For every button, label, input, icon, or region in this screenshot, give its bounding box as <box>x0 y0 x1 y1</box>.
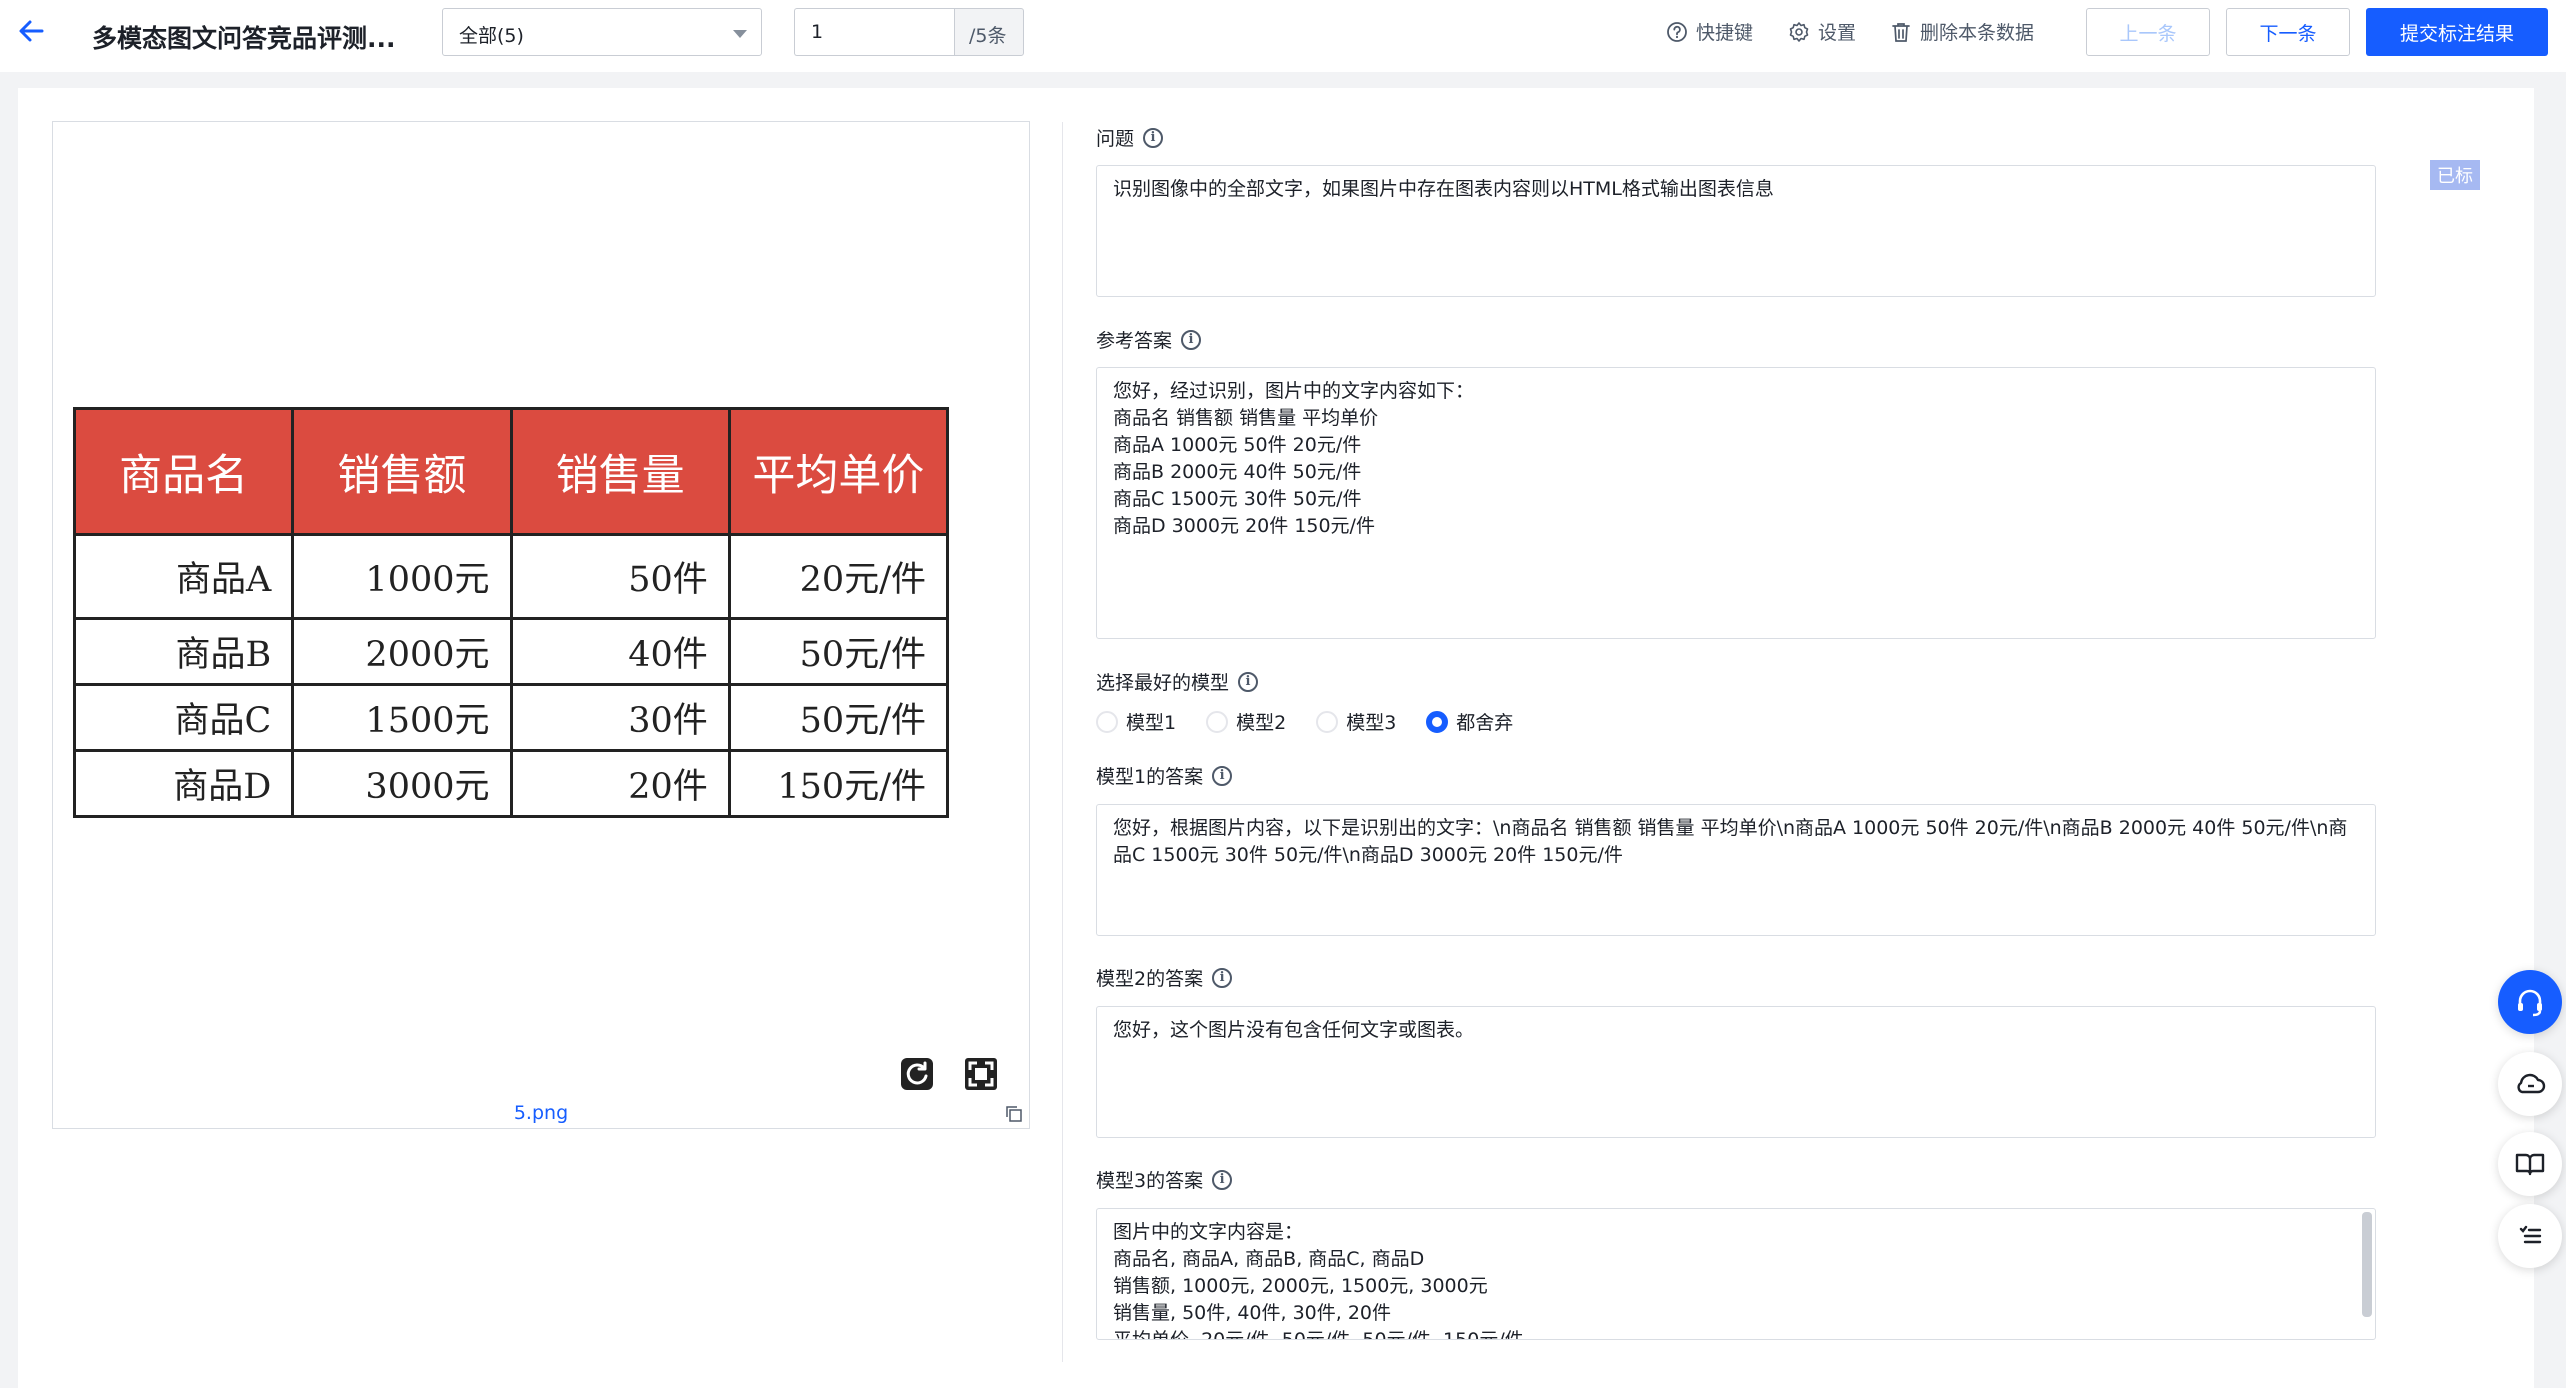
top-bar: 多模态图文问答竞品评测... 全部(5) 1 /5条 快捷键 设置 删除本条数据… <box>0 0 2566 72</box>
filter-value: 全部(5) <box>459 25 524 47</box>
radio-label: 都舍弃 <box>1456 712 1514 734</box>
info-icon[interactable]: i <box>1212 765 1233 786</box>
info-icon[interactable]: i <box>1212 967 1233 988</box>
table-row: 商品C 1500元 30件 50元/件 <box>72 683 950 752</box>
image-table: 商品名 销售额 销售量 平均单价 商品A 1000元 50件 20元/件 商品B… <box>72 407 950 818</box>
page-total: /5条 <box>954 8 1024 56</box>
table-header-cell: 销售额 <box>291 407 513 536</box>
radio-label: 模型1 <box>1126 712 1177 734</box>
table-cell: 1500元 <box>291 683 513 752</box>
table-cell: 1000元 <box>291 533 513 620</box>
radio-model2[interactable]: 模型2 <box>1206 708 1286 735</box>
settings-button[interactable]: 设置 <box>1788 18 1856 45</box>
question-textarea[interactable]: 识别图像中的全部文字，如果图片中存在图表内容则以HTML格式输出图表信息 <box>1096 165 2376 297</box>
image-filename[interactable]: 5.png <box>53 1102 1029 1124</box>
prev-button[interactable]: 上一条 <box>2086 8 2210 56</box>
table-cell: 商品A <box>72 533 295 620</box>
table-row: 商品B 2000元 40件 50元/件 <box>72 617 950 686</box>
table-cell: 商品D <box>72 749 295 818</box>
table-header-cell: 平均单价 <box>727 407 950 536</box>
status-badge: 已标 <box>2430 160 2480 190</box>
headset-icon <box>2518 989 2542 1017</box>
trash-icon <box>1892 22 1910 42</box>
info-icon[interactable]: i <box>1143 127 1164 148</box>
list-button[interactable] <box>2498 1204 2562 1268</box>
model3-label: 模型3的答案 <box>1096 1170 1204 1192</box>
support-button[interactable] <box>2498 970 2562 1034</box>
page-number-input[interactable]: 1 <box>794 8 954 56</box>
table-cell: 40件 <box>509 617 731 686</box>
table-cell: 50件 <box>509 533 731 620</box>
chevron-down-icon <box>733 30 747 38</box>
question-label: 问题 <box>1096 128 1135 150</box>
radio-label: 模型2 <box>1236 712 1287 734</box>
best-model-radio-group: 模型1 模型2 模型3 都舍弃 <box>1096 708 1513 735</box>
table-cell: 20元/件 <box>727 533 950 620</box>
table-cell: 150元/件 <box>727 749 950 818</box>
radio-circle <box>1096 710 1118 733</box>
image-toolbar <box>900 1057 998 1091</box>
table-header-cell: 商品名 <box>72 407 295 536</box>
radio-model3[interactable]: 模型3 <box>1316 708 1396 735</box>
copy-icon[interactable] <box>1005 1105 1023 1123</box>
textarea-scrollbar[interactable] <box>2362 1212 2372 1317</box>
model3-answer-textarea[interactable]: 图片中的文字内容是： 商品名, 商品A, 商品B, 商品C, 商品D 销售额, … <box>1096 1208 2376 1340</box>
image-viewer: 商品名 销售额 销售量 平均单价 商品A 1000元 50件 20元/件 商品B… <box>52 121 1030 1129</box>
submit-button[interactable]: 提交标注结果 <box>2366 8 2548 56</box>
settings-label: 设置 <box>1818 22 1857 44</box>
model1-answer-textarea[interactable]: 您好，根据图片内容，以下是识别出的文字：\n商品名 销售额 销售量 平均单价\n… <box>1096 804 2376 936</box>
cloud-button[interactable] <box>2498 1052 2562 1116</box>
table-header-cell: 销售量 <box>509 407 731 536</box>
panel-divider <box>1062 122 1063 1362</box>
reference-label-row: 参考答案 i <box>1096 326 1202 353</box>
table-cell: 商品B <box>72 617 295 686</box>
table-cell: 商品C <box>72 683 295 752</box>
table-cell: 50元/件 <box>727 683 950 752</box>
rotate-icon[interactable] <box>900 1057 934 1091</box>
table-row: 商品D 3000元 20件 150元/件 <box>72 749 950 818</box>
table-cell: 2000元 <box>291 617 513 686</box>
fullscreen-icon[interactable] <box>964 1057 998 1091</box>
table-cell: 3000元 <box>291 749 513 818</box>
best-model-label-row: 选择最好的模型 i <box>1096 668 1259 695</box>
info-icon[interactable]: i <box>1181 329 1202 350</box>
filter-select[interactable]: 全部(5) <box>442 8 762 56</box>
radio-circle-selected <box>1426 710 1449 733</box>
best-model-label: 选择最好的模型 <box>1096 672 1230 694</box>
table-cell: 50元/件 <box>727 617 950 686</box>
radio-model1[interactable]: 模型1 <box>1096 708 1176 735</box>
model1-label: 模型1的答案 <box>1096 766 1204 788</box>
model2-label: 模型2的答案 <box>1096 968 1204 990</box>
model3-label-row: 模型3的答案 i <box>1096 1166 1233 1193</box>
delete-label: 删除本条数据 <box>1920 22 2035 44</box>
table-cell: 30件 <box>509 683 731 752</box>
docs-button[interactable] <box>2498 1132 2562 1196</box>
question-label-row: 问题 i <box>1096 124 1164 151</box>
page-title: 多模态图文问答竞品评测... <box>92 24 396 53</box>
radio-discard-all[interactable]: 都舍弃 <box>1426 708 1513 735</box>
info-icon[interactable]: i <box>1212 1169 1233 1190</box>
gear-icon <box>1789 21 1809 42</box>
table-row: 商品A 1000元 50件 20元/件 <box>72 533 950 620</box>
model2-answer-textarea[interactable]: 您好，这个图片没有包含任何文字或图表。 <box>1096 1006 2376 1138</box>
shortcuts-label: 快捷键 <box>1696 22 1754 44</box>
book-icon <box>2515 1153 2545 1176</box>
radio-label: 模型3 <box>1346 712 1397 734</box>
table-header-row: 商品名 销售额 销售量 平均单价 <box>72 407 950 536</box>
radio-circle <box>1316 710 1339 733</box>
info-icon[interactable]: i <box>1238 671 1259 692</box>
cloud-icon <box>2517 1073 2546 1094</box>
list-icon <box>2519 1225 2542 1244</box>
table-cell: 20件 <box>509 749 731 818</box>
next-button[interactable]: 下一条 <box>2226 8 2350 56</box>
delete-button[interactable]: 删除本条数据 <box>1890 18 2034 45</box>
reference-answer-textarea[interactable]: 您好，经过识别，图片中的文字内容如下： 商品名 销售额 销售量 平均单价 商品A… <box>1096 367 2376 639</box>
back-arrow-icon[interactable] <box>14 14 48 48</box>
radio-circle <box>1206 710 1229 733</box>
help-circle-icon <box>1667 21 1687 42</box>
model1-label-row: 模型1的答案 i <box>1096 762 1233 789</box>
model2-label-row: 模型2的答案 i <box>1096 964 1233 991</box>
reference-label: 参考答案 <box>1096 330 1173 352</box>
shortcuts-button[interactable]: 快捷键 <box>1666 18 1753 45</box>
